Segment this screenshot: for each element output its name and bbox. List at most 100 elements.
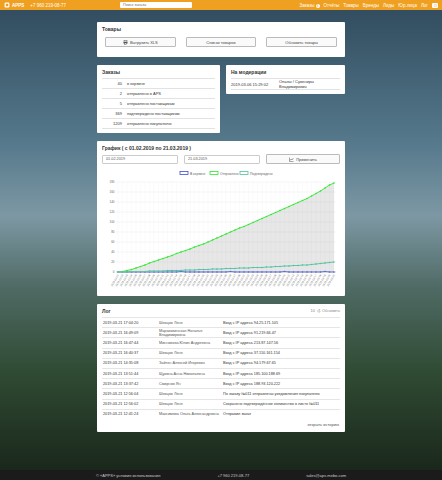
search-input[interactable] [120,2,192,8]
series-segment [235,228,240,230]
data-point [275,266,277,268]
data-point [306,198,308,200]
data-point [311,264,313,266]
nav-item[interactable]: Заказы3 [300,3,320,8]
log-row[interactable]: 2019-03-21 12:41:24Максимова Ольга Алекс… [102,409,340,419]
orders-row[interactable]: 5отправлено поставщикам [102,98,215,108]
logout-button[interactable]: ⏻ [432,3,438,8]
series-segment [163,257,168,259]
order-count: 1209 [102,121,127,126]
grid-line [118,182,119,272]
moderation-row[interactable]: 2019-03-06 15:29:02Опалы / Сувениры Влад… [231,78,340,90]
date-to-input[interactable] [184,155,260,164]
data-point [162,258,164,260]
data-point [194,269,196,271]
legend-label: Отправлено [220,172,239,176]
card-title: Товары [97,22,345,35]
log-row[interactable]: 2019-03-21 16:47:44Минникова Юлия Андрее… [102,337,340,347]
products-button[interactable]: Выгрузить XLS [105,37,176,47]
series-segment [132,268,137,270]
data-point [270,266,272,268]
data-point [284,208,286,210]
data-point [252,222,254,224]
orders-row[interactable]: 369подтверждено поставщиком [102,108,215,118]
log-row[interactable]: 2019-03-21 14:35:08Зайтен Алексей Игорев… [102,358,340,368]
series-segment [159,259,164,261]
nav-label: Лог [421,3,428,8]
moderation-card: На модерации2019-03-06 15:29:02Опалы / С… [226,65,345,94]
series-segment [316,263,321,265]
history-link[interactable]: открыть историю [97,419,345,432]
copyright[interactable]: © «APPS» условия использования [96,473,160,478]
log-row[interactable]: 2019-03-21 12:56:02Шевцов ЛеняСохранено … [102,399,340,409]
apply-button[interactable]: Применить [266,154,340,164]
nav-label: Бренды [363,3,379,8]
footer-email[interactable]: sales@aps-mebo.com [306,473,346,478]
series-segment [217,269,222,270]
nav-item[interactable]: Товары [343,3,358,8]
legend-item[interactable]: В корзине [180,172,205,176]
log-row[interactable]: 2019-03-21 16:49:09Мараковинская Наталья… [102,327,340,337]
series-segment [195,246,200,248]
series-segment [177,270,182,271]
chart-card: График ( с 01.02.2019 по 21.03.2019 )При… [97,141,345,296]
series-segment [271,213,276,215]
log-user: Щукина Анна Николаевна [158,371,222,376]
nav-item[interactable]: Юр.лица [398,3,417,8]
series [117,261,335,273]
log-row[interactable]: 2019-03-21 13:37:42Смирнов ЯнВход с IP а… [102,378,340,388]
nav-item[interactable]: Лиды [383,3,394,8]
series-segment [312,194,317,197]
data-point [207,269,209,271]
data-point [153,270,155,272]
nav-item[interactable]: Бренды [363,3,379,8]
data-point [284,265,286,267]
data-point [329,184,331,186]
legend-label: В корзине [190,172,205,176]
data-point [198,245,200,247]
log-user: Зайтен Алексей Игоревич [158,361,222,366]
series-segment [208,269,213,271]
order-status: отправлено поставщикам [127,101,175,106]
series-segment [217,236,222,238]
data-point [288,206,290,208]
logo[interactable]: APPS [4,2,24,8]
data-point [230,268,232,270]
nav-item[interactable]: Отчёты [324,3,340,8]
legend-item[interactable]: Подтверждено [240,172,273,176]
data-point [293,204,295,206]
log-row[interactable]: 2019-03-21 16:40:37Шевцов ЛеняВход с IP … [102,348,340,358]
orders-row[interactable]: 1209отправлено покупателю [102,118,215,129]
series-segment [280,209,285,211]
series-segment [316,191,321,194]
card-title: Заказы [97,65,220,78]
series-segment [150,271,155,272]
series-segment [190,270,195,271]
data-point [315,193,317,195]
logo-icon [4,2,10,8]
series-segment [271,266,276,268]
series-segment [195,269,200,271]
grid-line [154,182,155,272]
data-point [225,233,227,235]
moderation-table: 2019-03-06 15:29:02Опалы / Сувениры Влад… [226,78,345,94]
phone: +7 960 219-08-77 [30,3,66,8]
products-button[interactable]: Список товаров [186,37,257,47]
date-from-input[interactable] [102,155,178,164]
series-segment [307,196,312,199]
moderation-date: 2019-03-06 15:29:02 [231,82,279,87]
log-row[interactable]: 2019-03-21 13:51:44Щукина Анна Николаевн… [102,368,340,378]
grid-line [127,182,128,272]
nav-item[interactable]: Лог [421,3,428,8]
log-row[interactable]: 2019-03-21 12:56:04Шевцов ЛеняПо заказу … [102,388,340,398]
legend-item[interactable]: Отправлено [210,172,239,176]
orders-row[interactable]: 2отправлено в APS [102,88,215,98]
data-point [324,187,326,189]
log-user: Шевцов Леня [158,351,222,356]
series-segment [154,271,159,272]
orders-row[interactable]: 40в корзине [102,78,215,88]
products-button[interactable]: Обновить товары [266,37,337,47]
log-row[interactable]: 2019-03-21 17:04:20Шевцов ЛеняВход с IP … [102,317,340,327]
refresh-button[interactable]: Обновить [317,308,340,313]
content: Товары Выгрузить XLS Список товаров Обновит… [0,10,442,470]
